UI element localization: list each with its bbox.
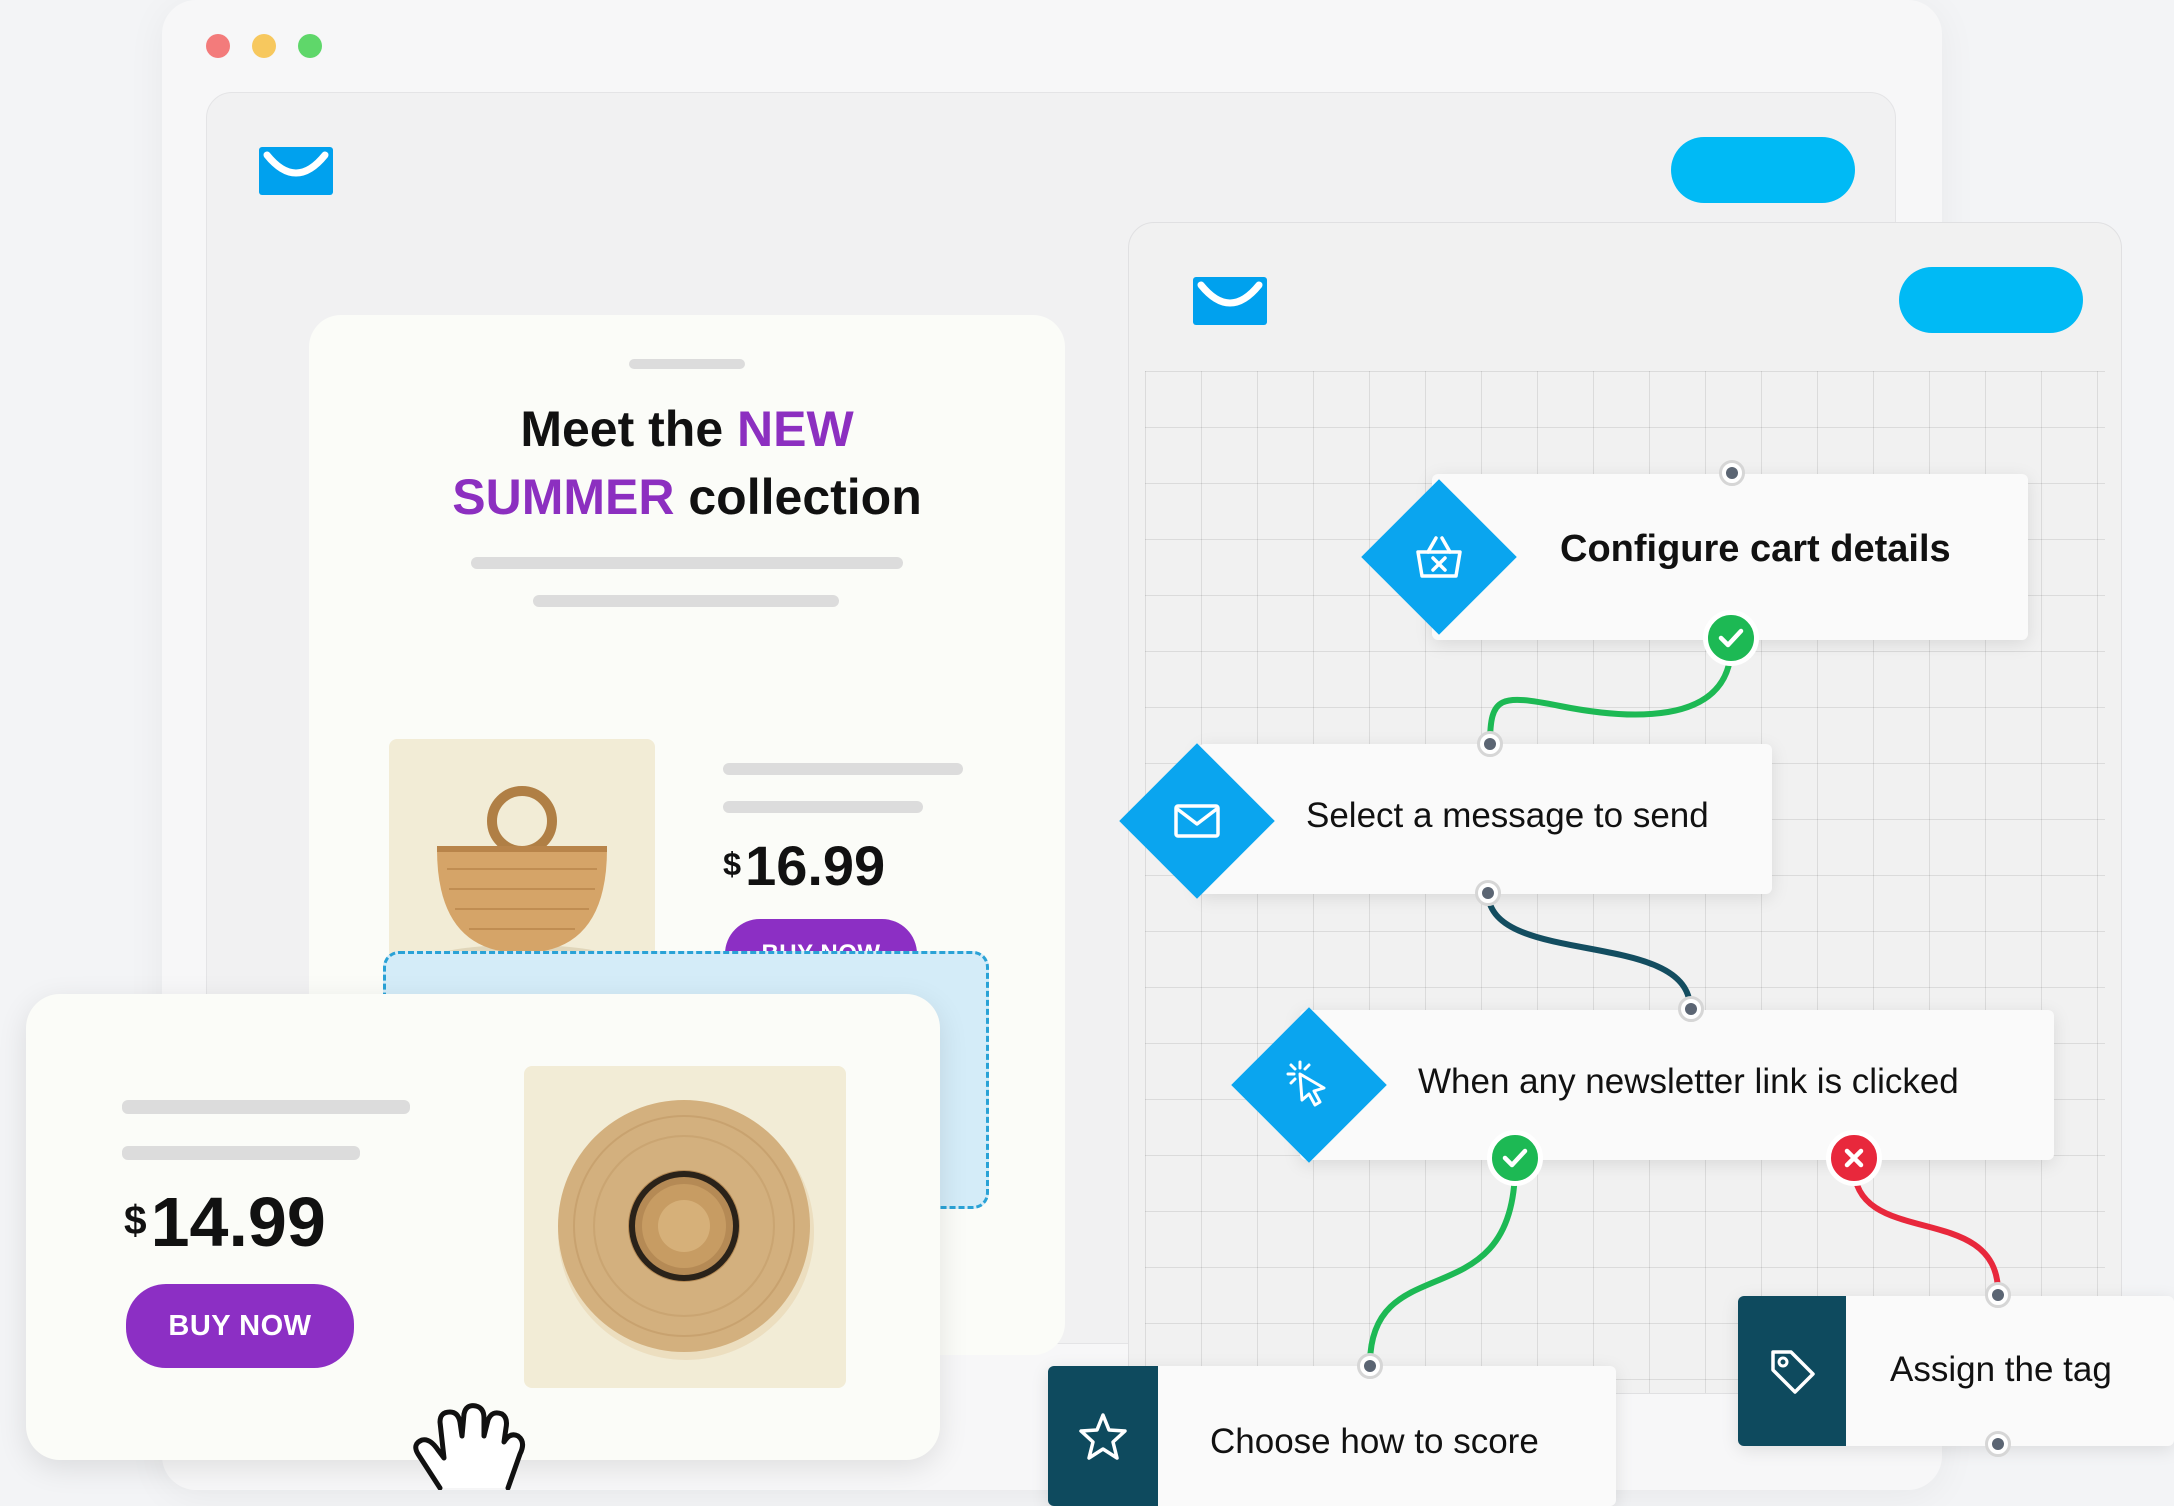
input-port[interactable] — [1678, 996, 1704, 1022]
star-icon — [1048, 1366, 1158, 1506]
tag-icon — [1738, 1296, 1846, 1446]
straw-hat-icon — [558, 1100, 814, 1360]
product-image-hat — [524, 1066, 846, 1388]
input-port[interactable] — [1357, 1353, 1383, 1379]
text-placeholder-line — [122, 1100, 410, 1114]
input-port[interactable] — [1985, 1282, 2011, 1308]
node-link-clicked[interactable]: When any newsletter link is clicked — [1300, 1010, 2054, 1160]
basket-icon — [1404, 522, 1474, 592]
node-select-message[interactable]: Select a message to send — [1198, 744, 1772, 894]
input-port[interactable] — [1719, 460, 1745, 486]
hand-pointer-icon — [410, 1392, 536, 1494]
node-assign-tag[interactable]: Assign the tag — [1738, 1296, 2174, 1446]
node-label: When any newsletter link is clicked — [1418, 1062, 1959, 1101]
error-x-icon[interactable] — [1826, 1130, 1882, 1186]
click-cursor-icon — [1274, 1050, 1344, 1120]
node-choose-score[interactable]: Choose how to score — [1048, 1366, 1616, 1506]
output-port[interactable] — [1985, 1431, 2011, 1457]
buy-now-button[interactable]: BUY NOW — [126, 1284, 354, 1368]
output-port[interactable] — [1475, 880, 1501, 906]
envelope-icon — [1162, 786, 1232, 856]
node-label: Choose how to score — [1210, 1422, 1539, 1461]
overlay-product-card: $14.99 BUY NOW — [26, 994, 940, 1460]
node-label: Select a message to send — [1306, 796, 1709, 835]
node-label: Configure cart details — [1560, 528, 1951, 570]
text-placeholder-line — [122, 1146, 360, 1160]
node-label: Assign the tag — [1890, 1350, 2112, 1389]
product-price: $14.99 — [124, 1183, 326, 1261]
success-check-icon[interactable] — [1703, 610, 1759, 666]
input-port[interactable] — [1477, 731, 1503, 757]
success-check-icon[interactable] — [1487, 1130, 1543, 1186]
